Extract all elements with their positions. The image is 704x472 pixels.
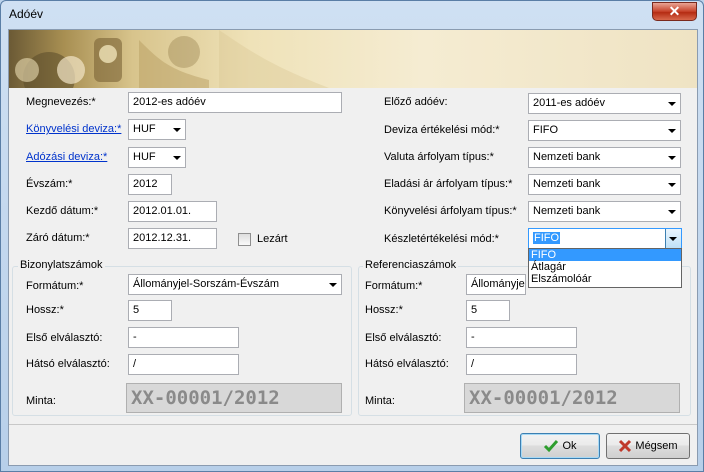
chevron-down-icon [173,128,181,132]
sales-rate-type-value: Nemzeti bank [533,178,601,190]
window-title: Adóév [9,7,44,21]
chevron-down-icon [668,210,676,214]
cancel-button-label: Mégsem [635,440,678,452]
sales-rate-type-label: Eladási ár árfolyam típus:* [384,178,513,190]
closed-checkbox[interactable] [238,233,251,246]
banner-ornament-icon [15,30,329,88]
dialog-window: Adóév ✕ Megnevezés:* 2012-es adóév Könyv… [0,0,704,472]
cancel-button[interactable]: Mégsem [606,433,690,459]
fx-rate-type-value: Nemzeti bank [533,151,601,163]
voucher-format-value: Állományjel-Sorszám-Évszám [133,278,280,290]
reference-numbers-title: Referenciaszámok [363,259,459,271]
voucher-format-label: Formátum:* [26,280,84,292]
fx-rate-type-select[interactable]: Nemzeti bank [528,147,681,168]
reference-first-separator-field[interactable]: - [466,327,577,348]
voucher-rear-separator-label: Hátsó elválasztó: [26,358,110,370]
chevron-down-icon [329,283,337,287]
sales-rate-type-select[interactable]: Nemzeti bank [528,174,681,195]
previous-year-label: Előző adóév: [384,96,448,108]
reference-rear-separator-label: Hátsó elválasztó: [365,358,449,370]
reference-sample-label: Minta: [365,395,395,407]
accounting-currency-value: HUF [133,123,156,135]
accounting-rate-type-value: Nemzeti bank [533,205,601,217]
year-field[interactable]: 2012 [128,174,172,195]
reference-length-label: Hossz:* [365,304,403,316]
fx-valuation-value: FIFO [533,124,559,136]
chevron-down-icon [668,102,676,106]
stock-valuation-select[interactable]: FIFO [528,228,682,249]
footer-divider [9,424,697,425]
voucher-rear-separator-field[interactable]: / [128,354,239,375]
voucher-sample-field: XX-00001/2012 [126,383,342,413]
checkmark-icon [544,440,559,453]
start-date-field[interactable]: 2012.01.01. [128,201,217,222]
name-field[interactable]: 2012-es adóév [128,92,342,113]
dropdown-option-settlement-price[interactable]: Elszámolóár [529,273,681,285]
voucher-format-select[interactable]: Állományjel-Sorszám-Évszám [128,274,342,295]
end-date-field[interactable]: 2012.12.31. [128,228,217,249]
chevron-down-icon [668,129,676,133]
stock-valuation-label: Készletértékelési mód:* [384,233,499,245]
tax-currency-select[interactable]: HUF [128,147,186,168]
dropdown-option-fifo[interactable]: FIFO [529,249,681,261]
stock-valuation-value: FIFO [533,232,561,244]
ok-button-label: Ok [562,440,577,452]
voucher-length-field[interactable]: 5 [128,300,172,321]
chevron-down-icon [668,156,676,160]
reference-format-select[interactable]: Állományjel-Sorszám-Évszám [466,274,526,295]
close-button[interactable]: ✕ [652,2,697,21]
accounting-rate-type-select[interactable]: Nemzeti bank [528,201,681,222]
fx-valuation-select[interactable]: FIFO [528,120,681,141]
tax-currency-link[interactable]: Adózási deviza:* [26,151,107,163]
voucher-first-separator-label: Első elválasztó: [26,332,103,344]
stock-valuation-dropdown-list[interactable]: FIFO Átlagár Elszámolóár [528,248,682,288]
year-label: Évszám:* [26,178,73,190]
voucher-numbers-title: Bizonylatszámok [18,259,105,271]
title-bar[interactable]: Adóév ✕ [1,1,703,29]
reference-rear-separator-field[interactable]: / [466,354,577,375]
reference-first-separator-label: Első elválasztó: [365,332,442,344]
voucher-length-label: Hossz:* [26,304,64,316]
name-label: Megnevezés:* [26,96,96,108]
voucher-sample-label: Minta: [26,395,56,407]
accounting-currency-link[interactable]: Könyvelési deviza:* [26,123,121,135]
previous-year-select[interactable]: 2011-es adóév [528,93,681,114]
reference-format-label: Formátum:* [365,280,423,292]
close-icon [619,440,632,453]
start-date-label: Kezdő dátum:* [26,205,99,217]
reference-length-field[interactable]: 5 [466,300,510,321]
chevron-down-icon [173,156,181,160]
banner-image [9,30,697,88]
voucher-first-separator-field[interactable]: - [128,327,239,348]
fx-valuation-label: Deviza értékelési mód:* [384,124,500,136]
accounting-rate-type-label: Könyvelési árfolyam típus:* [384,205,517,217]
dropdown-option-average-price[interactable]: Átlagár [529,261,681,273]
end-date-label: Záró dátum:* [26,232,90,244]
fx-rate-type-label: Valuta árfolyam típus:* [384,151,494,163]
dropdown-button[interactable] [665,229,681,248]
tax-currency-value: HUF [133,151,156,163]
reference-sample-field: XX-00001/2012 [464,383,680,413]
accounting-currency-select[interactable]: HUF [128,119,186,140]
closed-label: Lezárt [257,233,288,245]
chevron-down-icon [669,237,677,241]
reference-format-value: Állományjel-Sorszám-Évszám [471,278,525,290]
chevron-down-icon [668,183,676,187]
previous-year-value: 2011-es adóév [533,97,605,109]
ok-button[interactable]: Ok [520,433,600,459]
